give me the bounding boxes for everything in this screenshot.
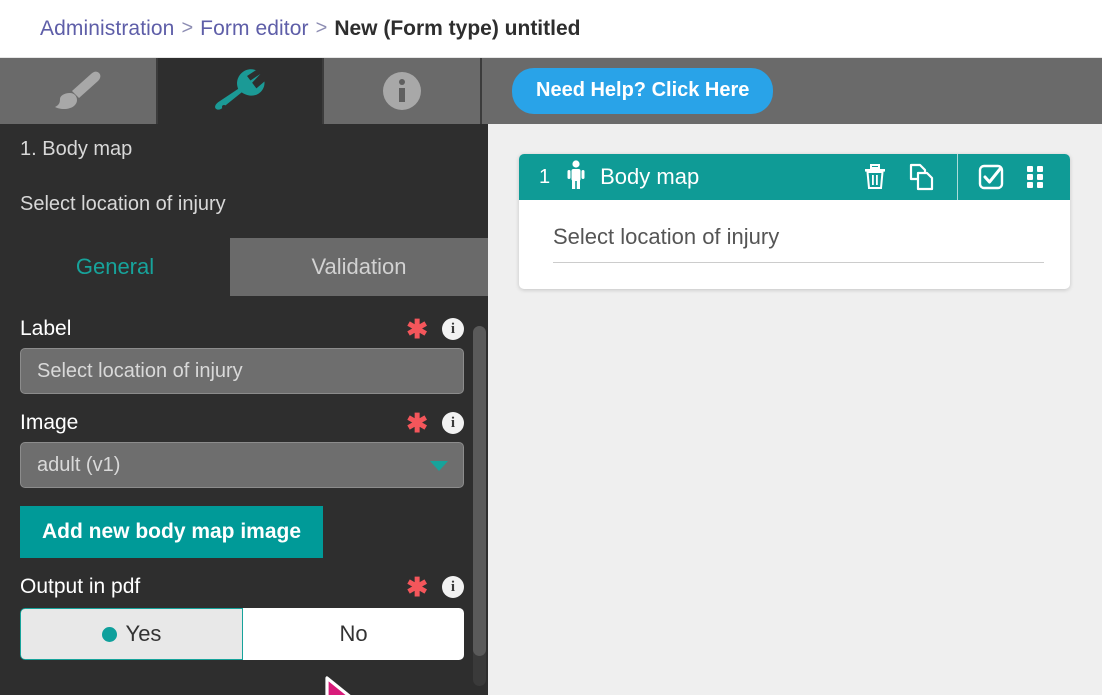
person-icon — [566, 159, 586, 195]
form-element-card[interactable]: 1 Body map Select location of injury — [519, 154, 1070, 289]
add-new-body-map-image-button[interactable]: Add new body map image — [20, 506, 324, 558]
info-circle-icon — [381, 70, 423, 112]
properties-scrollbar[interactable] — [473, 326, 486, 686]
required-asterisk-icon: ✱ — [406, 314, 428, 344]
label-input[interactable] — [20, 348, 464, 394]
properties-tabs: General Validation — [0, 238, 488, 296]
form-element-card-title: Body map — [600, 164, 700, 189]
breadcrumb-separator-2: > — [315, 17, 328, 39]
tab-validation[interactable]: Validation — [230, 238, 488, 296]
form-preview-pane: 1 Body map Select location of injury — [488, 124, 1102, 695]
output-in-pdf-row: Output in pdf ✱ i — [20, 574, 464, 600]
breadcrumb: Administration > Form editor > New (Form… — [0, 0, 1102, 58]
info-icon-3[interactable]: i — [442, 576, 464, 598]
breadcrumb-item-administration[interactable]: Administration — [40, 17, 174, 41]
selected-element-subtitle: Select location of injury — [20, 193, 226, 215]
toggle-option-no[interactable]: No — [243, 608, 464, 660]
required-asterisk-icon-2: ✱ — [406, 408, 428, 438]
checkbox-check-icon[interactable] — [978, 164, 1004, 190]
drag-grid-icon[interactable] — [1026, 164, 1048, 190]
selected-element-summary: 1. Body map Select location of injury — [0, 124, 488, 238]
form-element-card-body: Select location of injury — [519, 200, 1070, 289]
tab-design-paintbrush[interactable] — [0, 58, 158, 124]
image-field-row: Image ✱ i — [20, 410, 464, 436]
info-icon[interactable]: i — [442, 318, 464, 340]
form-element-card-header: 1 Body map — [519, 154, 1070, 200]
selected-element-title: 1. Body map — [20, 138, 133, 160]
required-asterisk-icon-3: ✱ — [406, 572, 428, 602]
radio-selected-icon — [101, 626, 117, 642]
image-select-wrapper — [20, 442, 464, 488]
output-in-pdf-caption: Output in pdf — [20, 575, 141, 598]
paintbrush-icon — [51, 70, 105, 112]
properties-scrollbar-thumb[interactable] — [473, 326, 486, 656]
need-help-button[interactable]: Need Help? Click Here — [512, 68, 774, 114]
output-in-pdf-toggle: Yes No — [20, 608, 464, 660]
card-index-number: 1 — [539, 165, 551, 188]
toggle-option-yes-label: Yes — [125, 621, 162, 646]
toggle-option-yes[interactable]: Yes — [20, 608, 243, 660]
label-field-row: Label ✱ i — [20, 316, 464, 342]
card-header-divider — [957, 154, 958, 200]
label-field-caption: Label — [20, 317, 72, 340]
toggle-option-no-label: No — [339, 621, 368, 646]
breadcrumb-separator: > — [181, 17, 194, 39]
duplicate-icon[interactable] — [909, 163, 935, 191]
breadcrumb-item-form-editor[interactable]: Form editor — [200, 17, 308, 41]
tab-general[interactable]: General — [0, 238, 230, 296]
breadcrumb-current-page: New (Form type) untitled — [334, 16, 581, 40]
image-select[interactable] — [20, 442, 464, 488]
tab-settings-wrench[interactable] — [158, 58, 324, 124]
card-field-underline[interactable] — [553, 262, 1044, 263]
editor-toolbar: Need Help? Click Here — [0, 58, 1102, 124]
image-field-caption: Image — [20, 411, 79, 434]
properties-panel: 1. Body map Select location of injury Ge… — [0, 124, 488, 695]
properties-form: Label ✱ i Image ✱ i Add new body map ima… — [0, 296, 488, 695]
card-field-label: Select location of injury — [553, 224, 780, 249]
delete-icon[interactable] — [863, 164, 887, 190]
wrench-icon — [215, 69, 265, 113]
tab-info[interactable] — [324, 58, 482, 124]
info-icon-2[interactable]: i — [442, 412, 464, 434]
editor-body: 1. Body map Select location of injury Ge… — [0, 124, 1102, 695]
